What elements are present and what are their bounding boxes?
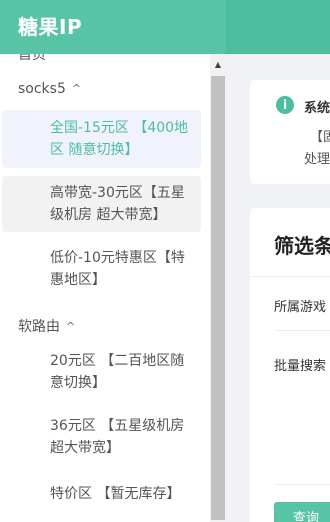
query-button[interactable]: 查询	[274, 502, 330, 522]
sidebar-item-label: 低价-10元特惠区【特惠地区】	[50, 250, 185, 288]
filter-title: 筛选条	[274, 234, 330, 258]
sidebar-item-router-36[interactable]: 36元区 【五星级机房超大带宽】	[2, 409, 201, 465]
chevron-up-icon: ^	[71, 82, 82, 95]
sidebar-group-label: 软路由	[18, 319, 60, 335]
sidebar-item-national-15[interactable]: 全国-15元区 【400地区 随意切换】	[2, 110, 201, 168]
sidebar-group-socks5[interactable]: socks5 ^	[18, 81, 81, 97]
main-content: i 系统 【固 处理 筛选条 所属游戏 批量搜索 查询	[226, 54, 330, 522]
sidebar-item-highbandwidth-30[interactable]: 高带宽-30元区【五星级机房 超大带宽】	[2, 176, 201, 232]
brand-logo[interactable]: 糖果IP	[0, 0, 226, 54]
notice-title: 系统	[304, 101, 330, 116]
sidebar-item-special[interactable]: 特价区 【暂无库存】	[2, 480, 201, 508]
scroll-up-arrow-icon[interactable]: ▲	[210, 58, 226, 72]
system-notice: i 系统 【固 处理	[250, 80, 330, 184]
game-field-label: 所属游戏	[274, 300, 327, 315]
sidebar-item-label: 36元区 【五星级机房超大带宽】	[50, 418, 185, 456]
sidebar-group-soft-router[interactable]: 软路由 ^	[18, 316, 75, 336]
sidebar-item-label: 高带宽-30元区【五星级机房 超大带宽】	[50, 185, 185, 223]
divider	[274, 330, 330, 331]
sidebar-item-label: 20元区 【二百地区随意切换】	[50, 353, 185, 391]
sidebar-item-budget-10[interactable]: 低价-10元特惠区【特惠地区】	[2, 241, 201, 297]
divider	[250, 276, 330, 277]
sidebar-item-label: 全国-15元区 【400地区 随意切换】	[50, 120, 189, 158]
notice-text-line: 【固	[310, 130, 330, 145]
notice-text-line: 处理	[304, 152, 330, 167]
filter-card: 筛选条 所属游戏 批量搜索 查询	[250, 208, 330, 522]
chevron-up-icon: ^	[66, 320, 76, 333]
batch-search-label: 批量搜索	[274, 359, 327, 374]
scrollbar-thumb[interactable]	[211, 76, 225, 520]
sidebar: 首页 socks5 ^ 全国-15元区 【400地区 随意切换】 高带宽-30元区…	[0, 54, 210, 522]
sidebar-item-home[interactable]: 首页	[18, 54, 46, 60]
info-icon: i	[276, 96, 294, 114]
sidebar-group-label: socks5	[18, 81, 66, 97]
sidebar-item-router-20[interactable]: 20元区 【二百地区随意切换】	[2, 344, 201, 400]
divider	[274, 484, 330, 485]
sidebar-item-label: 特价区 【暂无库存】	[50, 486, 181, 502]
